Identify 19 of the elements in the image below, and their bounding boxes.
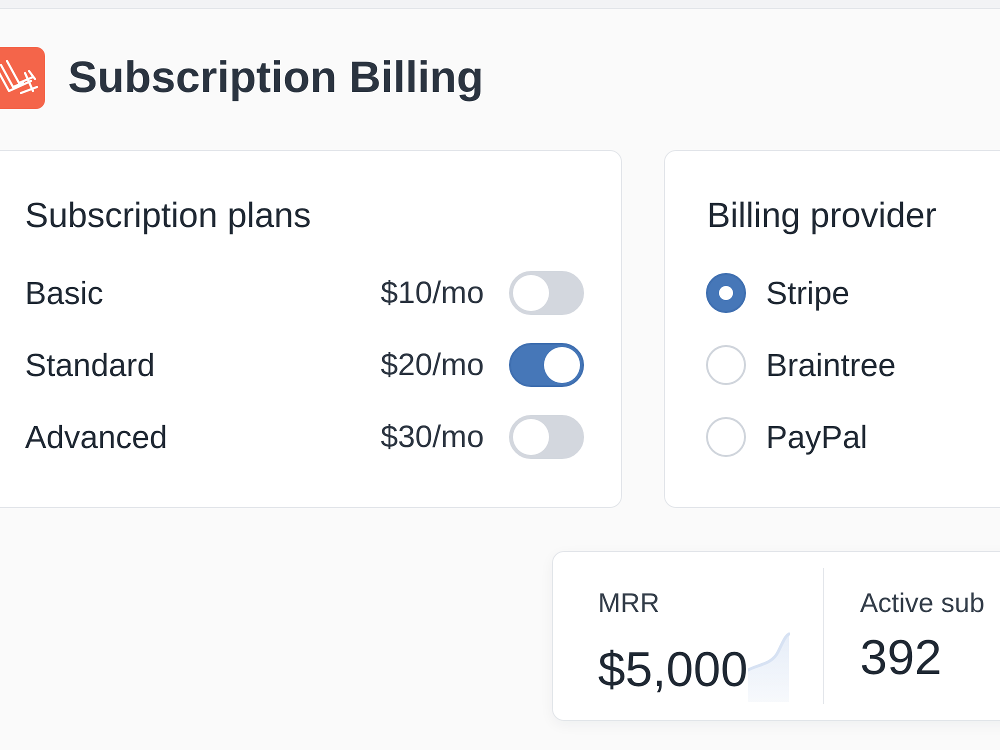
plan-price: $20/mo [380,347,484,383]
toggle-switch[interactable] [509,343,584,387]
metric-label: MRR [598,587,660,619]
provider-name: PayPal [766,418,868,456]
sparkline-drawing [748,630,790,702]
plan-name: Standard [25,346,156,384]
metric-value: 392 [860,630,942,686]
plan-name: Advanced [25,418,168,456]
card-title: Billing provider [707,195,938,237]
metric-value: $5,000 [598,642,748,698]
card-title: Subscription plans [25,195,312,237]
provider-name: Stripe [766,274,850,312]
provider-name: Braintree [766,346,896,384]
page-title: Subscription Billing [68,52,484,104]
plan-name: Basic [25,274,104,312]
plan-price: $30/mo [380,419,484,455]
metric-label: Active sub [860,587,986,619]
plan-price: $10/mo [380,275,484,311]
radio-button[interactable] [706,273,746,313]
